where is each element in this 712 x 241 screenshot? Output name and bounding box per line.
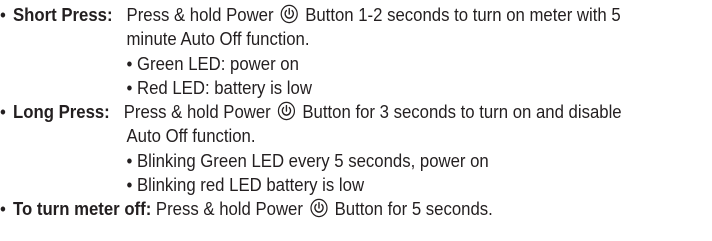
- power-icon: [280, 4, 299, 24]
- bullet: •: [0, 5, 6, 25]
- long-press-line: • Long Press: Press & hold Power Button f…: [0, 100, 662, 124]
- short-press-continuation: minute Auto Off function.: [126, 29, 310, 50]
- bullet: •: [126, 53, 133, 74]
- long-press-term: Long Press:: [13, 102, 110, 123]
- power-icon: [277, 101, 296, 121]
- bullet: •: [0, 102, 6, 123]
- turn-off-term: To turn meter off:: [13, 199, 152, 220]
- short-press-text-b: Button 1-2 seconds to turn on meter with…: [305, 5, 621, 25]
- long-press-continuation: Auto Off function.: [126, 126, 256, 147]
- list-item: Blinking Green LED every 5 seconds, powe…: [137, 150, 489, 171]
- long-press-text-a: Press & hold Power: [123, 102, 271, 123]
- instructions-document: • Short Press: Press & hold Power Button …: [0, 0, 662, 241]
- long-press-text-b: Button for 3 seconds to turn on and disa…: [302, 102, 622, 123]
- short-press-item-green: • Green LED: power on: [0, 52, 662, 76]
- turn-off-text-b: Button for 5 seconds.: [334, 199, 493, 220]
- turn-off-line: • To turn meter off: Press & hold Power B…: [0, 197, 662, 221]
- bullet: •: [126, 77, 133, 98]
- short-press-line: • Short Press: Press & hold Power Button …: [0, 3, 662, 27]
- long-press-item-green: • Blinking Green LED every 5 seconds, po…: [0, 149, 662, 173]
- list-item: Red LED: battery is low: [137, 77, 312, 98]
- turn-off-text-a: Press & hold Power: [155, 199, 303, 220]
- power-icon: [309, 198, 328, 218]
- list-item: Green LED: power on: [137, 53, 299, 74]
- bullet: •: [126, 150, 133, 171]
- short-press-text-a: Press & hold Power: [126, 5, 274, 25]
- long-press-item-red: • Blinking red LED battery is low: [0, 173, 662, 197]
- short-press-term: Short Press:: [13, 5, 113, 25]
- short-press-item-red: • Red LED: battery is low: [0, 76, 662, 100]
- bullet: •: [0, 199, 6, 220]
- list-item: Blinking red LED battery is low: [137, 175, 365, 196]
- bullet: •: [126, 175, 133, 196]
